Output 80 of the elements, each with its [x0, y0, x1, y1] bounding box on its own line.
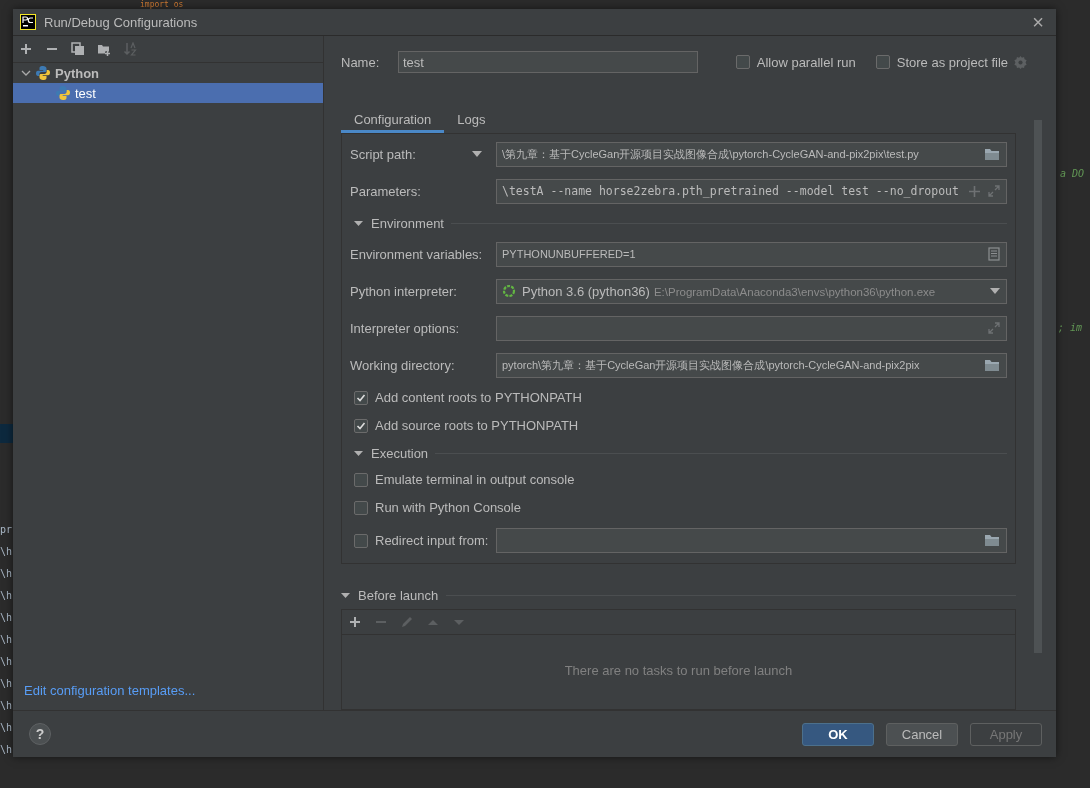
tab[interactable]: Configuration — [341, 108, 445, 133]
checkbox[interactable] — [735, 55, 750, 69]
field-label: Parameters: — [350, 183, 422, 199]
add-icon[interactable] — [19, 42, 33, 56]
code-text: ; im — [1058, 322, 1083, 333]
script-type-dropdown[interactable]: Script path: — [350, 146, 496, 162]
section-toggle[interactable]: Before launch — [341, 588, 439, 603]
dialog-button[interactable]: Cancel — [886, 722, 958, 746]
python-icon — [35, 65, 51, 81]
code-text: \h — [0, 677, 13, 691]
checkbox[interactable] — [354, 418, 368, 433]
field-label: Working directory: — [350, 357, 456, 373]
line-highlight — [0, 424, 13, 443]
checkbox-label: Emulate terminal in output console — [375, 472, 575, 487]
folder-add-icon[interactable] — [97, 42, 111, 56]
checkbox-label: Redirect input from: — [375, 533, 489, 548]
close-button[interactable]: × — [1026, 12, 1050, 32]
code-text: a DO — [1060, 168, 1085, 179]
checkbox-label: Add content roots to PYTHONPATH — [375, 390, 582, 405]
field-label: Environment variables: — [350, 246, 484, 262]
folder-icon[interactable] — [984, 534, 1000, 547]
interpreter-value: Python 3.6 (python36) E:\ProgramData\Anaconda3\envs\python36\python.exe — [522, 283, 937, 299]
code-text: \h — [0, 743, 13, 757]
input-field[interactable] — [496, 315, 1007, 341]
copy-icon[interactable] — [71, 42, 85, 56]
caret-icon — [472, 151, 482, 157]
caret-icon — [354, 449, 363, 458]
empty-message: There are no tasks to run before launch — [564, 663, 793, 680]
input-field[interactable]: PYTHONUNBUFFERED=1 — [496, 241, 1007, 267]
tree-item[interactable]: test — [13, 83, 323, 103]
field-label: Python interpreter: — [350, 283, 458, 299]
caret-icon — [341, 591, 350, 600]
folder-icon[interactable] — [984, 147, 1000, 161]
checkbox-label: Allow parallel run — [756, 54, 856, 70]
interpreter-dropdown[interactable]: Python 3.6 (python36) E:\ProgramData\Anaconda3\envs\python36\python.exe — [496, 278, 1007, 304]
input-field[interactable] — [496, 528, 1007, 553]
code-text: \h — [0, 545, 13, 559]
code-text: \h — [0, 567, 13, 581]
app-logo-icon — [20, 14, 36, 30]
loading-icon — [502, 284, 516, 298]
checkbox[interactable] — [354, 390, 368, 405]
name-label: Name: — [341, 54, 381, 70]
edit-templates-link[interactable]: Edit configuration templates... — [13, 683, 323, 710]
checkbox[interactable] — [354, 500, 368, 515]
input-field[interactable]: \第九章：基于CycleGan开源项目实战图像合成\pytorch-CycleGAN-and-pix2pix\test.py — [496, 141, 1007, 167]
code-text: \h — [0, 655, 13, 669]
tab[interactable]: Logs — [444, 108, 499, 133]
add-icon[interactable] — [348, 615, 362, 629]
code-text: \h — [0, 589, 13, 603]
code-text: \h — [0, 611, 13, 625]
tree-item[interactable]: Python — [13, 63, 323, 83]
section-toggle[interactable]: Environment — [354, 216, 444, 231]
section-toggle[interactable]: Execution — [354, 446, 429, 461]
dialog-button[interactable]: OK — [802, 722, 874, 746]
checkbox-label: Add source roots to PYTHONPATH — [375, 418, 579, 433]
settings-icon[interactable] — [1013, 54, 1028, 70]
expand-icon[interactable] — [988, 322, 1000, 334]
expand-icon[interactable] — [988, 185, 1000, 197]
folder-icon[interactable] — [984, 358, 1000, 372]
input-field[interactable]: pytorch\第九章：基于CycleGan开源项目实战图像合成\pytorch-CycleGAN-and-pix2pix — [496, 352, 1007, 378]
checkbox[interactable] — [354, 533, 368, 548]
document-icon[interactable] — [988, 247, 1000, 261]
code-text: \h — [0, 721, 13, 735]
caret-icon — [354, 219, 363, 228]
name-field[interactable]: test — [398, 51, 698, 73]
window-title: Run/Debug Configurations — [44, 14, 199, 30]
chevron-icon[interactable] — [21, 68, 31, 78]
code-text: pr — [0, 523, 13, 537]
checkbox[interactable] — [875, 55, 890, 69]
code-text: \h — [0, 699, 13, 713]
dropdown-arrow-icon[interactable] — [990, 288, 1000, 294]
checkbox-label: Run with Python Console — [375, 500, 521, 515]
code-text: \h — [0, 633, 13, 647]
checkbox[interactable] — [354, 472, 368, 487]
input-field[interactable]: \testA --name horse2zebra.pth_pretrained --model test --no_dropout — [496, 178, 1007, 204]
field-label: Interpreter options: — [350, 320, 461, 336]
help-button[interactable]: ? — [29, 723, 51, 745]
python-icon — [55, 85, 71, 101]
code-text: import os — [140, 0, 184, 9]
checkbox-label: Store as project file — [896, 54, 1008, 70]
